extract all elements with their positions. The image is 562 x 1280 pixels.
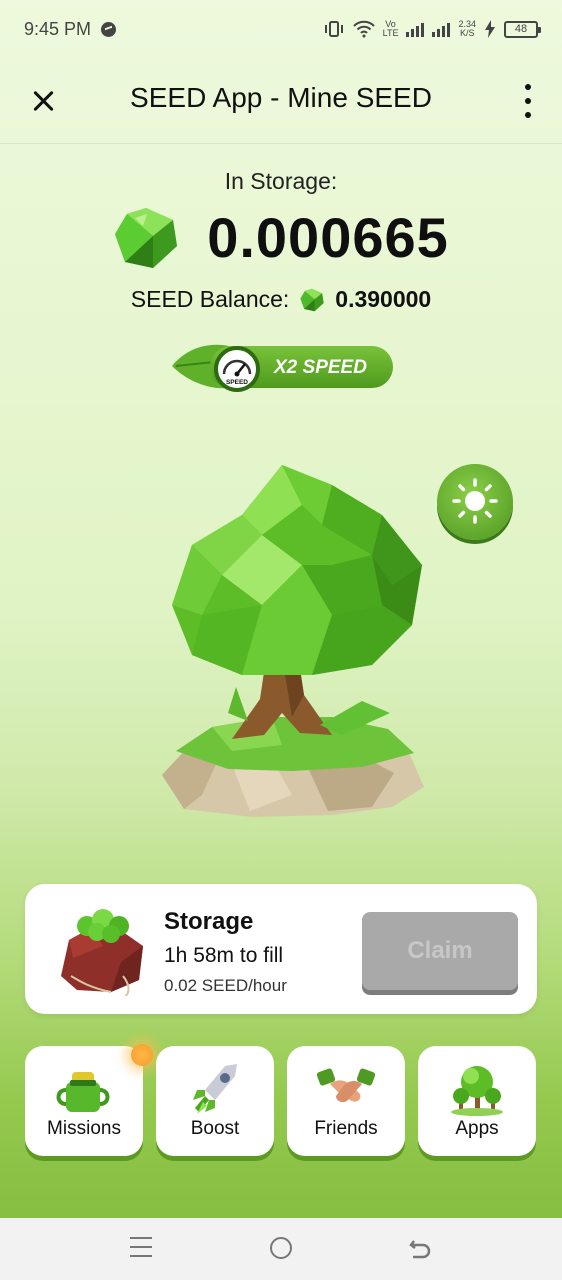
seed-bag-icon [61,909,143,996]
fill-minutes: 58m [193,944,235,967]
gauge-text: SPEED [226,379,248,386]
missions-icon [56,1072,110,1112]
battery-icon: 48 [504,20,541,38]
speedometer-icon: SPEED [214,346,260,392]
tile-missions[interactable]: Missions [25,1046,143,1156]
signal-icon [406,21,425,37]
seed-gem-icon [115,207,178,268]
vibrate-icon [324,21,343,37]
back-icon[interactable] [409,1237,431,1259]
balance-row: SEED Balance: 0.390000 [0,286,562,313]
storage-card: Storage 1h 58m to fill 0.02 SEED/hour Cl… [25,884,537,1014]
notification-dot [131,1044,153,1066]
net-speed: 2.34 K/S [458,19,476,38]
balance-value: 0.390000 [335,286,432,312]
storage-amount: 0.000665 [207,206,449,269]
app-header: SEED App - Mine SEED [0,58,562,144]
home-icon[interactable] [270,1237,292,1259]
signal-icon-2 [432,21,451,37]
page-title: SEED App - Mine SEED [130,82,432,113]
storage-rate: 0.02 SEED/hour [164,976,287,995]
tile-apps-label: Apps [455,1118,499,1139]
nav-tiles: Missions Boost Friends Apps [25,1044,537,1158]
storage-amount-row: 0.000665 [0,205,562,270]
tile-boost[interactable]: Boost [156,1046,274,1156]
status-time: 9:45 PM [24,18,92,39]
in-storage-label: In Storage: [224,168,338,194]
tile-boost-label: Boost [190,1118,240,1139]
status-icons: Vo LTE 2.34 K/S 48 [323,19,541,38]
sun-icon[interactable] [437,464,513,540]
recent-apps-icon[interactable] [130,1237,152,1257]
wifi-icon [352,20,375,38]
storage-fill-time: 1h 58m to fill [164,944,283,968]
seed-gem-small-icon [300,288,324,311]
speed-badge[interactable]: SPEED X2 SPEED [170,338,394,398]
speed-label: X2 SPEED [274,357,367,378]
system-nav-bar [0,1218,562,1280]
network-type: Vo LTE [382,19,399,38]
balance-label: SEED Balance: [130,286,290,312]
fill-hours: 1h [164,944,188,967]
storage-title: Storage [164,908,254,935]
charging-icon [485,20,495,38]
more-vertical-icon[interactable] [522,84,534,118]
status-bar: 9:45 PM Vo LTE 2.34 K/S 48 [0,0,562,58]
handshake-icon [316,1068,376,1103]
messenger-icon [101,21,117,37]
claim-button[interactable]: Claim [362,912,518,990]
tile-missions-label: Missions [47,1118,121,1139]
trees-icon [451,1066,503,1116]
tile-friends[interactable]: Friends [287,1046,405,1156]
rocket-icon [193,1064,237,1114]
tree-illustration[interactable] [132,455,432,825]
fill-suffix: to fill [239,944,284,967]
tile-apps[interactable]: Apps [418,1046,536,1156]
tile-friends-label: Friends [314,1118,378,1139]
